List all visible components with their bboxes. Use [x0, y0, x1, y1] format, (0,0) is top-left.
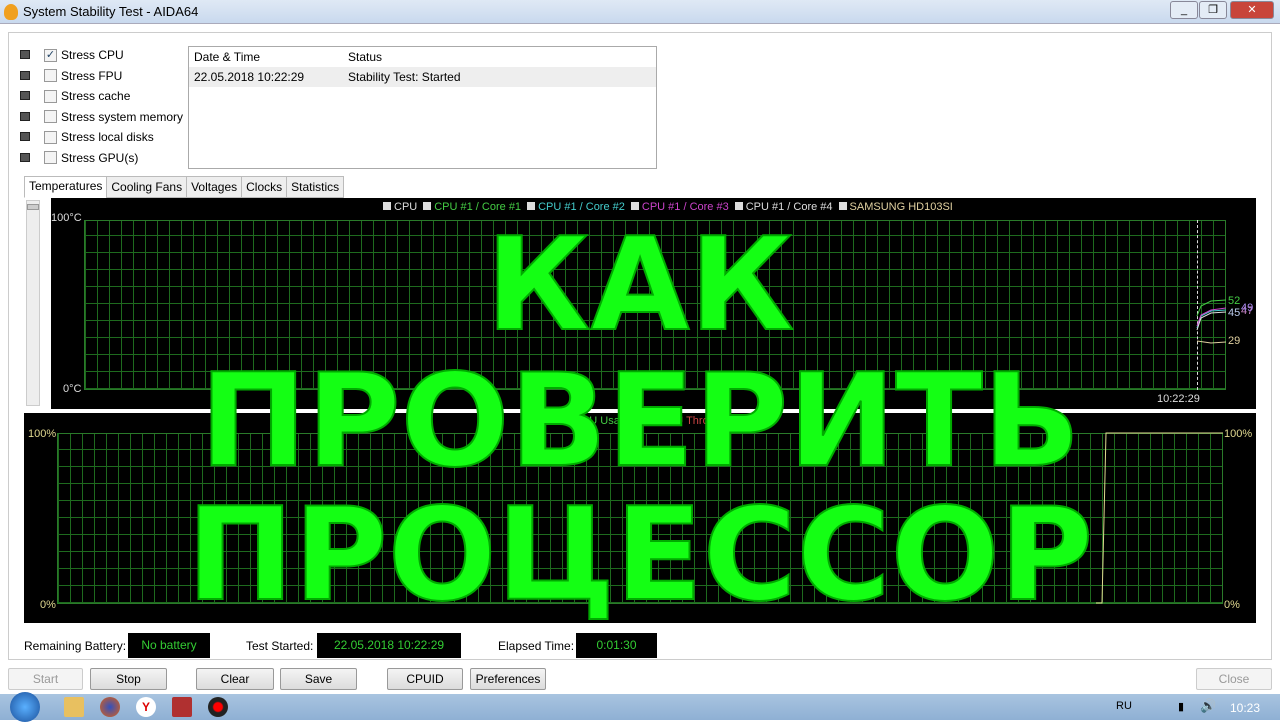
close-window-button[interactable]: ✕ [1230, 1, 1274, 19]
checkbox[interactable] [44, 151, 57, 164]
tab-voltages[interactable]: Voltages [186, 176, 243, 198]
line-cpu-usage [1096, 432, 1223, 604]
legend-label: CPU #1 / Core #1 [434, 201, 522, 213]
cpuid-button[interactable]: CPUID [387, 668, 463, 690]
checkbox[interactable]: ✓ [44, 48, 57, 62]
tab-temperatures[interactable]: Temperatures [24, 176, 108, 198]
line-hdd [1196, 340, 1227, 344]
elapsed-value: 0:01:30 [576, 633, 657, 658]
language-indicator[interactable]: RU [1116, 700, 1132, 712]
checkbox[interactable] [44, 69, 57, 82]
recorder-icon[interactable] [208, 697, 228, 717]
stress-type-icon [20, 50, 30, 59]
log-date: 22.05.2018 10:22:29 [194, 70, 305, 84]
battery-label: Remaining Battery: [24, 639, 127, 653]
checkbox[interactable] [44, 130, 57, 144]
checkbox-label: Stress CPU [61, 48, 124, 62]
stress-type-icon [20, 111, 30, 121]
legend-checkbox[interactable] [423, 202, 432, 210]
stress-type-icon [20, 70, 30, 80]
save-button[interactable]: Save [280, 668, 357, 690]
temp-lines [1196, 299, 1227, 344]
stop-button[interactable]: Stop [90, 668, 167, 690]
checkbox-label: Stress local disks [61, 130, 154, 144]
col-status: Status [348, 50, 383, 64]
legend-label: CPU [394, 201, 418, 213]
tab-clocks[interactable]: Clocks [241, 176, 288, 198]
close-button[interactable]: Close [1196, 668, 1272, 690]
stress-type-icon [20, 152, 30, 162]
test-started-value: 22.05.2018 10:22:29 [317, 633, 461, 658]
legend-item[interactable]: CPU #1 / Core #1 [423, 201, 521, 213]
file-explorer-icon[interactable] [64, 697, 84, 717]
test-started-label: Test Started: [246, 639, 314, 653]
log-row[interactable]: 22.05.2018 10:22:29 Stability Test: Start… [189, 67, 656, 87]
preferences-button[interactable]: Preferences [470, 668, 546, 690]
graph-scrollbar[interactable] [26, 200, 40, 406]
value-core1: 52 [1228, 295, 1241, 307]
clock[interactable]: 10:23 [1230, 701, 1260, 715]
legend-item[interactable]: CPU [383, 201, 417, 213]
log-status: Stability Test: Started [348, 70, 461, 84]
stress-checkbox[interactable]: ✓ Stress CPU [44, 47, 124, 63]
stress-checkbox[interactable]: Stress GPU(s) [44, 150, 138, 166]
value-cpu: 45 [1228, 307, 1241, 319]
stress-checkbox[interactable]: Stress cache [44, 88, 130, 104]
legend-label: SAMSUNG HD103SI [849, 201, 953, 213]
start-menu-icon[interactable] [10, 692, 40, 722]
elapsed-label: Elapsed Time: [498, 639, 575, 653]
tab-cooling-fans[interactable]: Cooling Fans [106, 176, 188, 198]
window-title: System Stability Test - AIDA64 [23, 4, 199, 19]
checkbox[interactable] [44, 110, 57, 123]
usage-lines [1096, 432, 1223, 604]
start-button[interactable]: Start [8, 668, 83, 690]
yandex-browser-icon[interactable]: Y [136, 697, 156, 717]
checkbox-label: Stress cache [61, 89, 131, 103]
network-icon[interactable]: ▮ [1178, 700, 1184, 713]
stress-type-icon [20, 91, 30, 100]
legend-checkbox[interactable] [838, 202, 847, 210]
checkbox-label: Stress GPU(s) [61, 150, 139, 165]
firefox-icon[interactable] [100, 697, 120, 717]
legend-item[interactable]: CPU #1 / Core #2 [527, 201, 625, 213]
battery-value: No battery [128, 633, 210, 658]
stress-checkbox[interactable]: Stress system memory [44, 109, 183, 125]
legend-label: CPU #1 / Core #2 [538, 201, 625, 213]
stress-checkbox[interactable]: Stress local disks [44, 129, 154, 145]
legend-label: CPU #1 / Core #3 [641, 201, 729, 213]
legend-item[interactable]: CPU #1 / Core #4 [734, 201, 833, 213]
event-log: Date & Time Status 22.05.2018 10:22:29 Sta… [188, 46, 657, 169]
stress-checkbox[interactable]: Stress FPU [44, 68, 122, 84]
temperature-graph: 100°C 0°C 10:22:29 52 45 47 49 29 [51, 198, 1256, 409]
aida64-flame-icon [4, 4, 18, 20]
col-date-time: Date & Time [194, 50, 261, 64]
checkbox-label: Stress system memory [61, 109, 184, 124]
legend-checkbox[interactable] [734, 202, 743, 210]
cpu-usage-graph: 100% 0% 100% 0% CPU Usage | CPU Throttli… [24, 413, 1256, 623]
legend-checkbox[interactable] [527, 202, 536, 210]
title-bar: System Stability Test - AIDA64 _ ❐ ✕ [0, 0, 1280, 24]
aida64-taskbar-icon[interactable] [172, 697, 192, 717]
graph-tabs: Temperatures Cooling Fans Voltages Clock… [24, 176, 345, 198]
clear-button[interactable]: Clear [196, 668, 274, 690]
stress-type-icon [20, 132, 30, 141]
checkbox-label: Stress FPU [61, 68, 123, 83]
checkbox[interactable] [44, 89, 57, 103]
volume-icon[interactable]: 🔊 [1200, 698, 1216, 714]
taskbar: Y RU ▮ 🔊 10:23 [0, 692, 1280, 722]
value-core4: 49 [1241, 302, 1254, 314]
legend-item[interactable]: CPU #1 / Core #3 [630, 201, 729, 213]
legend-item[interactable]: SAMSUNG HD103SI [838, 201, 953, 213]
tab-statistics[interactable]: Statistics [286, 176, 345, 198]
legend-checkbox[interactable] [630, 202, 639, 210]
maximize-button[interactable]: ❐ [1199, 1, 1227, 19]
minimize-button[interactable]: _ [1170, 1, 1198, 19]
line-core1 [1196, 299, 1227, 317]
scroll-thumb[interactable] [27, 204, 39, 210]
legend-label: CPU #1 / Core #4 [745, 201, 833, 213]
value-hdd: 29 [1228, 335, 1241, 347]
temp-legend: CPU CPU #1 / Core #1 CPU #1 / Core #2 CPU #… [383, 201, 953, 213]
legend-checkbox[interactable] [383, 202, 391, 210]
